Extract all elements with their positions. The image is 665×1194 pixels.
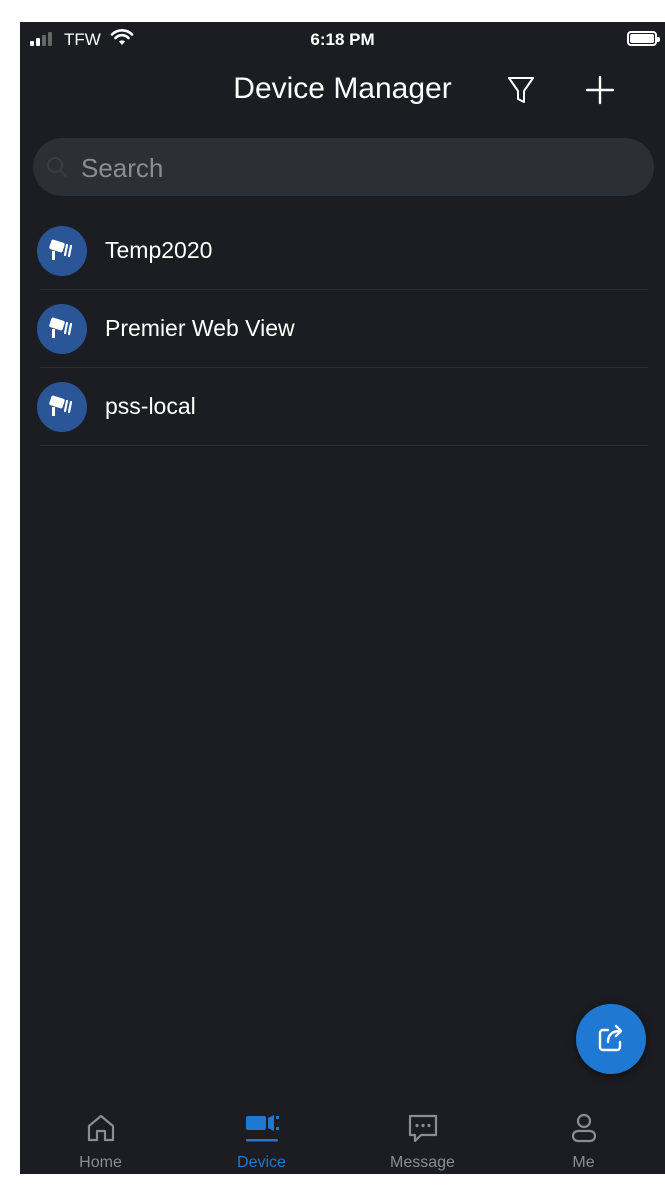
tab-home[interactable]: Home: [20, 1102, 181, 1174]
page-title: Device Manager: [233, 72, 452, 105]
device-name: Premier Web View: [105, 315, 295, 341]
tab-me[interactable]: Me: [503, 1102, 664, 1174]
status-bar: TFW 6:18 PM: [20, 22, 665, 62]
device-camera-icon: [245, 1115, 279, 1142]
app-screen: TFW 6:18 PM Device Manager Search Temp20…: [20, 22, 665, 1174]
tab-label: Message: [390, 1154, 455, 1171]
list-divider: [40, 445, 648, 446]
device-list: Temp2020 Premier Web View pss-local: [20, 212, 665, 446]
tab-device[interactable]: Device: [181, 1102, 342, 1174]
search-bar[interactable]: [33, 138, 654, 198]
device-item-premier-web-view[interactable]: Premier Web View: [20, 290, 665, 368]
tab-label: Me: [572, 1154, 595, 1171]
device-name: pss-local: [105, 393, 196, 419]
message-bubble-icon: [408, 1114, 437, 1143]
nav-header: Device Manager: [20, 62, 665, 122]
share-export-icon: [598, 1024, 623, 1052]
device-item-pss-local[interactable]: pss-local: [20, 368, 665, 446]
filter-button[interactable]: [503, 70, 539, 110]
plus-icon: [585, 75, 615, 105]
device-avatar: [37, 382, 87, 432]
person-icon: [571, 1113, 596, 1143]
device-item-temp2020[interactable]: Temp2020: [20, 212, 665, 290]
bottom-tab-bar: Home Device Message Me: [20, 1102, 665, 1174]
device-avatar: [37, 226, 87, 276]
battery-icon: [627, 31, 660, 46]
search-input[interactable]: [79, 138, 643, 198]
security-camera-icon: [49, 317, 73, 338]
device-name: Temp2020: [105, 237, 213, 263]
share-fab-button[interactable]: [576, 1004, 646, 1074]
filter-funnel-icon: [508, 77, 534, 103]
tab-message[interactable]: Message: [342, 1102, 503, 1174]
add-device-button[interactable]: [580, 70, 620, 110]
security-camera-icon: [49, 239, 73, 260]
status-time: 6:18 PM: [310, 30, 375, 49]
device-avatar: [37, 304, 87, 354]
tab-label: Home: [79, 1154, 122, 1171]
security-camera-icon: [49, 395, 73, 416]
search-icon: [47, 157, 67, 177]
home-icon: [87, 1114, 114, 1142]
tab-label: Device: [237, 1154, 286, 1171]
